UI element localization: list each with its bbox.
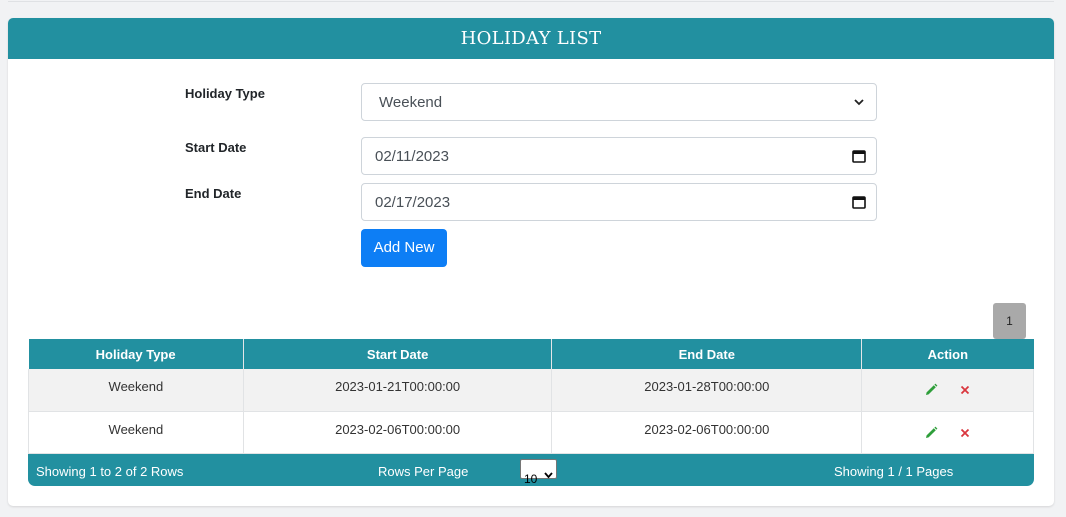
start-date-value: 02/11/2023 — [375, 147, 449, 165]
start-date-label: Start Date — [185, 140, 247, 155]
column-header-action: Action — [861, 339, 1034, 369]
column-header-holiday-type[interactable]: Holiday Type — [28, 339, 244, 369]
end-date-input[interactable]: 02/17/2023 — [361, 183, 877, 221]
add-new-button[interactable]: Add New — [361, 229, 447, 267]
pencil-icon[interactable] — [923, 382, 939, 398]
pencil-icon[interactable] — [923, 425, 939, 441]
calendar-icon[interactable] — [842, 149, 876, 163]
rows-per-page-label: Rows Per Page — [378, 464, 469, 479]
top-divider — [8, 0, 1054, 2]
chevron-down-icon — [842, 96, 876, 108]
table-row: Weekend 2023-01-21T00:00:00 2023-01-28T0… — [28, 369, 1034, 412]
holiday-list-card: HOLIDAY LIST Holiday Type Weekend Start … — [8, 18, 1054, 506]
column-header-end-date[interactable]: End Date — [551, 339, 863, 369]
cell-end-date: 2023-02-06T00:00:00 — [551, 411, 863, 454]
cell-start-date: 2023-02-06T00:00:00 — [243, 411, 553, 454]
showing-rows-text: Showing 1 to 2 of 2 Rows — [36, 464, 184, 479]
start-date-input[interactable]: 02/11/2023 — [361, 137, 877, 175]
cell-holiday-type: Weekend — [28, 411, 244, 454]
rows-per-page-select[interactable]: 10 — [520, 459, 557, 486]
end-date-value: 02/17/2023 — [375, 193, 451, 211]
end-date-label: End Date — [185, 186, 242, 201]
cell-end-date: 2023-01-28T00:00:00 — [551, 369, 863, 412]
chevron-down-icon — [544, 466, 553, 484]
holiday-type-value: Weekend — [379, 93, 443, 111]
table-footer: Showing 1 to 2 of 2 Rows Rows Per Page 1… — [28, 454, 1034, 486]
close-icon[interactable] — [957, 425, 973, 441]
page-title: HOLIDAY LIST — [8, 18, 1054, 59]
cell-holiday-type: Weekend — [28, 369, 244, 412]
table-row: Weekend 2023-02-06T00:00:00 2023-02-06T0… — [28, 411, 1034, 454]
cell-action — [861, 369, 1034, 412]
rows-per-page-value: 10 — [524, 472, 538, 486]
cell-start-date: 2023-01-21T00:00:00 — [243, 369, 553, 412]
holiday-type-select[interactable]: Weekend — [361, 83, 877, 121]
table-header-row: Holiday Type Start Date End Date Action — [28, 339, 1034, 369]
calendar-icon[interactable] — [842, 195, 876, 209]
cell-action — [861, 411, 1034, 454]
column-header-start-date[interactable]: Start Date — [243, 339, 553, 369]
pagination-page-1[interactable]: 1 — [993, 303, 1026, 339]
close-icon[interactable] — [957, 382, 973, 398]
holiday-type-label: Holiday Type — [185, 86, 265, 101]
holiday-table: Holiday Type Start Date End Date Action … — [28, 339, 1034, 454]
showing-pages-text: Showing 1 / 1 Pages — [834, 464, 954, 479]
